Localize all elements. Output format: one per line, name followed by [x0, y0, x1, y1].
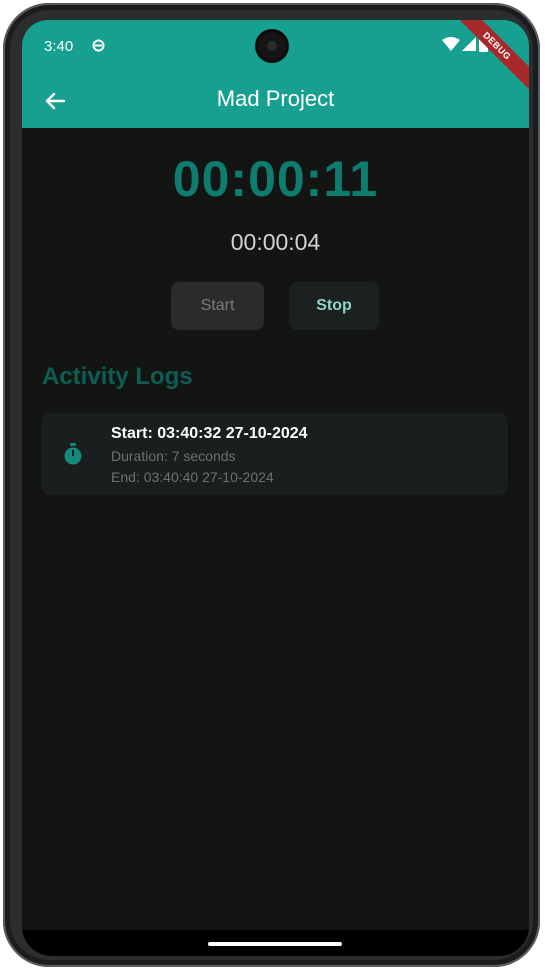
status-bar: 3:40: [22, 20, 529, 74]
log-end-time: End: 03:40:40 27-10-2024: [111, 469, 274, 485]
stop-button[interactable]: Stop: [289, 282, 379, 330]
phone-frame: 3:40 DEBUG Mad Project 00:00:11 00:00:04…: [3, 3, 540, 967]
wifi-icon: [442, 37, 460, 51]
log-duration: Duration: 7 seconds: [111, 448, 236, 464]
app-bar: 3:40 DEBUG Mad Project: [22, 20, 529, 128]
elapsed-timer: 00:00:11: [172, 151, 379, 207]
phone-screen: 3:40 DEBUG Mad Project 00:00:11 00:00:04…: [22, 20, 529, 956]
lap-timer: 00:00:04: [230, 229, 321, 255]
navigation-bar: [22, 930, 529, 956]
home-indicator[interactable]: [208, 942, 342, 946]
log-start-time: Start: 03:40:32 27-10-2024: [111, 425, 308, 442]
camera-lens: [267, 41, 277, 51]
activity-logs-title: Activity Logs: [42, 363, 193, 390]
sync-icon: [92, 39, 105, 52]
stopwatch-icon: [64, 443, 82, 465]
signal-icon: [462, 37, 476, 51]
start-button[interactable]: Start: [171, 282, 264, 330]
front-camera: [258, 32, 286, 60]
page-title: Mad Project: [216, 86, 335, 111]
log-card[interactable]: Start: 03:40:32 27-10-2024 Duration: 7 s…: [41, 413, 508, 495]
status-time: 3:40: [44, 38, 74, 55]
